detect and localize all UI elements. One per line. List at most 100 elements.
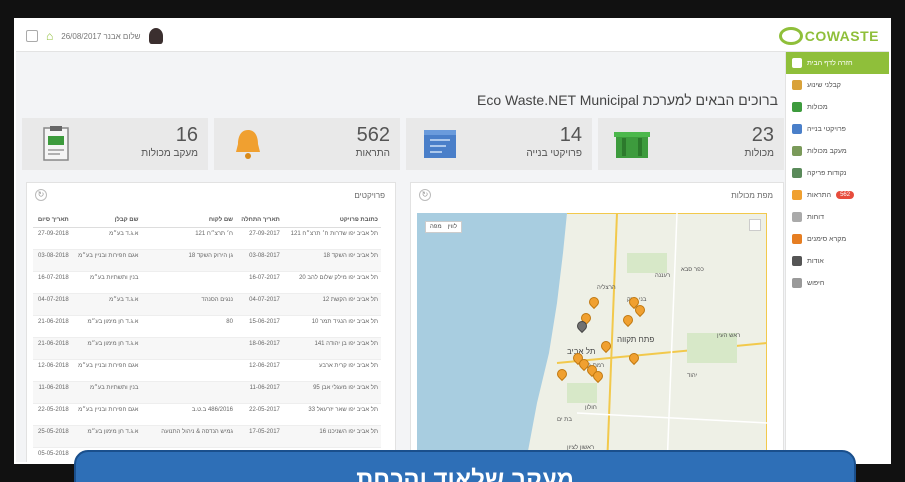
sidebar-item-label: חיפוש <box>807 279 825 287</box>
logo-ring-icon <box>778 27 803 45</box>
avatar[interactable] <box>148 28 163 44</box>
table-row[interactable]: תל אביב יפו קרית ארבע 12-06-2017 אגם חפירו… <box>33 359 381 382</box>
photo-frame: ⌂ 26/08/2017 שלום אבנר COWASTE חזרה לדף … <box>0 0 905 482</box>
map-background <box>417 213 767 462</box>
table-cell: 25-05-2018 <box>33 425 72 448</box>
table-cell: 05-05-2018 <box>33 447 72 462</box>
table-cell: 16-07-2018 <box>33 271 72 294</box>
sidebar-item-label: דוחות <box>807 213 824 221</box>
table-cell: א.ג.ד בע״מ <box>71 227 142 250</box>
map-type-control[interactable]: מפה לווין <box>425 221 463 233</box>
sidebar-item-label: נקודות פריקה <box>807 169 847 177</box>
sidebar-item-label: קבלני שינוע <box>807 81 841 89</box>
panel-title: מפת מכולות <box>731 191 773 200</box>
table-cell: א.ג.ד בע״מ <box>71 293 142 316</box>
projects-panel: פרויקטים ↻ כתובת פרויקט תאריך התחלה שם לקו… <box>26 182 396 462</box>
table-row[interactable]: תל אביב יפו שאר יזרעאל 33 22-05-2017 486/2… <box>33 403 381 426</box>
sidebar-item[interactable]: אודות <box>786 250 889 272</box>
blueprint-icon <box>424 130 456 158</box>
map-place-label: פתח תקווה <box>617 335 655 344</box>
stat-alerts[interactable]: 562 התראות <box>214 118 400 170</box>
table-cell: 486/2016 ב.ט.ב <box>141 403 236 426</box>
stat-value: 562 <box>356 124 390 146</box>
table-row[interactable]: תל אביב יפו השניכנו 16 17-05-2017 גמיש הנד… <box>33 425 381 448</box>
table-row[interactable]: תל אביב יפו שדרות ח׳ תרצ״ח 121 27-09-2017… <box>33 227 381 250</box>
table-cell: תל אביב יפו הנגיד תמר 10 <box>282 315 381 338</box>
column-header[interactable]: תאריך סיום <box>33 213 72 228</box>
map-place-label: חולון <box>585 405 597 411</box>
column-header[interactable]: שם קבלן <box>71 213 142 228</box>
date-text: 26/08/2017 שלום אבנר <box>61 31 141 41</box>
home-icon[interactable]: ⌂ <box>46 30 53 42</box>
tracking-icon <box>792 146 802 156</box>
home-icon <box>792 58 802 68</box>
sidebar-item[interactable]: התראות 562 <box>786 184 889 206</box>
table-row[interactable]: תל אביב יפו הנגיד תמר 10 15-06-2017 80 א.ג.… <box>33 315 381 338</box>
table-cell: גן הירוק השקד 18 <box>141 249 236 272</box>
map-place-label: הרצליה <box>597 285 616 291</box>
sidebar-item[interactable]: קבלני שינוע <box>786 74 889 96</box>
table-cell: 22-05-2017 <box>235 403 283 426</box>
map-place-label: ראש העין <box>717 333 741 339</box>
sidebar-item[interactable]: פרויקטי בנייה <box>786 118 889 140</box>
notification-badge: 562 <box>836 191 855 199</box>
welcome-title: ברוכים הבאים למערכת Eco Waste.NET Munici… <box>477 92 778 108</box>
stat-value: 16 <box>175 124 198 146</box>
logo-text: COWASTE <box>804 28 879 44</box>
stat-tracking[interactable]: 16 מעקב מכולות <box>22 118 208 170</box>
stat-value: 23 <box>751 124 774 146</box>
table-cell: 03-08-2018 <box>33 249 72 272</box>
table-cell: א.ג.ד חן מימון בע״מ <box>71 425 142 448</box>
map-type-option[interactable]: לווין <box>448 224 457 230</box>
column-header[interactable]: כתובת פרויקט <box>282 213 381 228</box>
sidebar-item[interactable]: מכולות <box>786 96 889 118</box>
sidebar-item[interactable]: חיפוש <box>786 272 889 294</box>
sidebar: חזרה לדף הבית קבלני שינוע מכולות פרויקטי בנ… <box>785 52 889 462</box>
person-icon <box>792 80 802 90</box>
table-cell: 12-06-2017 <box>235 359 283 382</box>
table-row[interactable]: תל אביב יפו מילק שלום להב 20 16-07-2017 בנ… <box>33 271 381 294</box>
table-cell: 12-06-2018 <box>33 359 72 382</box>
table-cell: גמיש הנדסה & ניהול התנועה <box>141 425 236 448</box>
table-cell: בנין ותשתיות בע״מ <box>71 381 142 404</box>
table-cell: 03-08-2017 <box>235 249 283 272</box>
menu-icon[interactable] <box>26 30 38 42</box>
table-cell: בנין ותשתיות בע״מ <box>71 271 142 294</box>
table-cell: אגם חפירות ובניין בע״מ <box>71 403 142 426</box>
legend-icon <box>792 234 802 244</box>
stat-label: מעקב מכולות <box>141 148 198 159</box>
table-row[interactable]: תל אביב יפו מעגלי אבן 95 11-06-2017 בנין ו… <box>33 381 381 404</box>
sidebar-item[interactable]: חזרה לדף הבית <box>786 52 889 74</box>
table-cell: 04-07-2018 <box>33 293 72 316</box>
stat-value: 14 <box>559 124 582 146</box>
refresh-icon[interactable]: ↻ <box>35 189 47 201</box>
sidebar-item-label: פרויקטי בנייה <box>807 125 846 133</box>
sidebar-item[interactable]: דוחות <box>786 206 889 228</box>
table-row[interactable]: תל אביב יפו הקשת 12 04-07-2017 ננגים הסנהד… <box>33 293 381 316</box>
refresh-icon[interactable]: ↻ <box>419 189 431 201</box>
table-cell: 80 <box>141 315 236 338</box>
sidebar-item[interactable]: נקודות פריקה <box>786 162 889 184</box>
table-cell: תל אביב יפו מילק שלום להב 20 <box>282 271 381 294</box>
column-header[interactable]: שם לקוח <box>141 213 236 228</box>
app-logo[interactable]: COWASTE <box>778 24 879 48</box>
container-icon <box>792 102 802 112</box>
info-icon <box>792 256 802 266</box>
map-place-label: רעננה <box>655 273 671 279</box>
stat-projects[interactable]: 14 פרויקטי בנייה <box>406 118 592 170</box>
table-cell: תל אביב יפו בן יהודה 141 <box>282 337 381 360</box>
table-cell: 11-06-2017 <box>235 381 283 404</box>
stat-containers[interactable]: 23 מכולות <box>598 118 784 170</box>
table-row[interactable]: תל אביב יפו בן יהודה 141 18-06-2017 א.ג.ד … <box>33 337 381 360</box>
table-header-row: כתובת פרויקט תאריך התחלה שם לקוח שם קבלן תאר… <box>33 213 381 228</box>
column-header[interactable]: תאריך התחלה <box>235 213 283 228</box>
unload-icon <box>792 168 802 178</box>
stat-label: התראות <box>355 148 390 159</box>
table-row[interactable]: תל אביב יפו השקד 18 03-08-2017 גן הירוק הש… <box>33 249 381 272</box>
sidebar-item[interactable]: מעקב מכולות <box>786 140 889 162</box>
containers-map[interactable]: מפה לווין פתח תקווה בני ברק רמת גן תל אב… <box>417 213 767 462</box>
map-type-option[interactable]: מפה <box>430 224 442 230</box>
sidebar-item[interactable]: מקרא סימנים <box>786 228 889 250</box>
table-cell: תל אביב יפו מעגלי אבן 95 <box>282 381 381 404</box>
fullscreen-icon[interactable] <box>749 219 761 231</box>
